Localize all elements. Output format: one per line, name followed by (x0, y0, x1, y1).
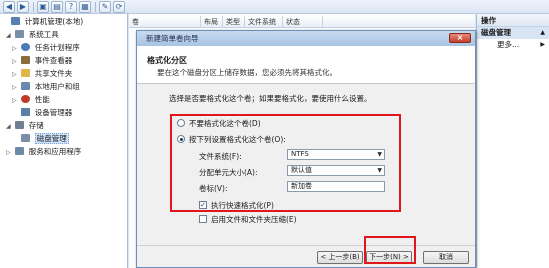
computer-management-icon (11, 17, 21, 25)
quick-format-checkbox[interactable]: ✓ (199, 201, 207, 209)
expand-icon[interactable]: ▷ (6, 147, 13, 159)
close-icon[interactable]: × (449, 33, 471, 43)
expand-icon[interactable]: ▷ (12, 56, 19, 68)
tree-item-device-manager[interactable]: 设备管理器 (12, 107, 72, 119)
tree-item-storage[interactable]: ◢ 存储 (6, 120, 44, 132)
toolbar-separator (33, 2, 34, 12)
next-button[interactable]: 下一步(N) > (366, 251, 412, 264)
storage-icon (15, 121, 25, 129)
actions-section-label: 磁盘管理 (481, 28, 511, 37)
properties-icon[interactable]: ▦ (79, 1, 91, 13)
services-icon (15, 147, 25, 155)
event-viewer-icon (21, 56, 31, 64)
filesystem-label: 文件系统(F): (199, 152, 242, 161)
volume-label-input[interactable]: 新加卷 (287, 181, 385, 192)
tree-item-system-tools[interactable]: ◢ 系统工具 (6, 29, 59, 41)
dialog-body: 选择是否要格式化这个卷；如果要格式化，要使用什么设置。 不要格式化这个卷(D) … (137, 85, 475, 245)
collapse-up-icon[interactable]: ▲ (540, 27, 545, 39)
radio-format-label[interactable]: 按下列设置格式化这个卷(O): (189, 134, 286, 145)
dialog-header: 格式化分区 要在这个磁盘分区上储存数据，您必须先将其格式化。 (137, 46, 475, 84)
actions-header: 操作 (477, 14, 549, 27)
dialog-footer: < 上一步(B) 下一步(N) > 取消 (137, 245, 475, 267)
chevron-down-icon: ▼ (377, 151, 382, 158)
export-icon[interactable]: ✎ (99, 1, 111, 13)
users-icon (21, 82, 31, 90)
more-actions[interactable]: 更多... ▶ (477, 39, 549, 51)
refresh-icon[interactable]: ⟳ (113, 1, 125, 13)
collapse-icon[interactable]: ◢ (6, 30, 13, 42)
dialog-title: 新建简单卷向导 (146, 34, 199, 43)
filesystem-select[interactable]: NTFS ▼ (287, 149, 385, 160)
help-icon[interactable]: ? (65, 1, 77, 13)
radio-no-format-label[interactable]: 不要格式化这个卷(D) (189, 118, 261, 129)
radio-format[interactable] (177, 135, 185, 143)
toolbar-separator (95, 2, 96, 12)
radio-no-format[interactable] (177, 119, 185, 127)
shared-folder-icon (21, 69, 31, 77)
disk-management-icon (21, 134, 31, 142)
compression-label[interactable]: 启用文件和文件夹压缩(E) (211, 214, 297, 225)
more-actions-label: 更多... (497, 40, 520, 49)
volume-label-label: 卷标(V): (199, 184, 228, 193)
column-header-filesystem[interactable]: 文件系统 (245, 16, 283, 28)
volume-label-value: 新加卷 (291, 182, 312, 190)
expand-icon[interactable]: ▷ (12, 43, 19, 55)
navigation-tree: 计算机管理(本地) ◢ 系统工具 ▷ 任务计划程序 ▷ 事件查看器 ▷ 共享文件… (0, 14, 128, 268)
chevron-down-icon: ▼ (377, 167, 382, 174)
back-button[interactable]: < 上一步(B) (317, 251, 363, 264)
column-header-status[interactable]: 状态 (283, 16, 323, 28)
forward-arrow-icon[interactable]: ▶ (17, 1, 29, 13)
column-header-layout[interactable]: 布局 (201, 16, 223, 28)
compression-checkbox[interactable] (199, 215, 207, 223)
tree-item-task-scheduler[interactable]: ▷ 任务计划程序 (12, 42, 80, 54)
up-folder-icon[interactable]: ▣ (37, 1, 49, 13)
new-simple-volume-wizard: 新建简单卷向导 × 格式化分区 要在这个磁盘分区上储存数据，您必须先将其格式化。… (136, 30, 476, 268)
allocation-unit-value: 默认值 (291, 166, 312, 174)
column-headers: 卷 布局 类型 文件系统 状态 (129, 16, 475, 28)
tree-item-shared-folders[interactable]: ▷ 共享文件夹 (12, 68, 72, 80)
column-header-type[interactable]: 类型 (223, 16, 245, 28)
page-subtitle: 要在这个磁盘分区上储存数据，您必须先将其格式化。 (157, 68, 337, 77)
performance-icon (21, 95, 31, 103)
chevron-right-icon: ▶ (540, 41, 545, 48)
filesystem-value: NTFS (291, 150, 309, 158)
show-hide-tree-icon[interactable]: ▤ (51, 1, 63, 13)
clock-icon (21, 43, 31, 51)
tree-item-local-users[interactable]: ▷ 本地用户和组 (12, 81, 80, 93)
tree-item-computer-management[interactable]: 计算机管理(本地) (2, 16, 83, 28)
device-manager-icon (21, 108, 31, 116)
toolbar: ◀ ▶ ▣ ▤ ? ▦ ✎ ⟳ (0, 0, 549, 14)
tree-item-services-apps[interactable]: ▷ 服务和应用程序 (6, 146, 81, 158)
page-title: 格式化分区 (147, 56, 187, 65)
dialog-titlebar[interactable]: 新建简单卷向导 × (137, 31, 475, 46)
quick-format-label[interactable]: 执行快速格式化(P) (211, 200, 274, 211)
tree-item-event-viewer[interactable]: ▷ 事件查看器 (12, 55, 72, 67)
back-arrow-icon[interactable]: ◀ (3, 1, 15, 13)
cancel-button[interactable]: 取消 (423, 251, 469, 264)
tree-item-performance[interactable]: ▷ 性能 (12, 94, 50, 106)
allocation-unit-label: 分配单元大小(A): (199, 168, 258, 177)
collapse-icon[interactable]: ◢ (6, 121, 13, 133)
expand-icon[interactable]: ▷ (12, 82, 19, 94)
column-header-volume[interactable]: 卷 (129, 16, 201, 28)
tools-icon (15, 30, 25, 38)
format-prompt: 选择是否要格式化这个卷；如果要格式化，要使用什么设置。 (169, 94, 372, 103)
expand-icon[interactable]: ▷ (12, 69, 19, 81)
actions-pane: 操作 磁盘管理 ▲ 更多... ▶ (476, 14, 549, 268)
tree-item-disk-management[interactable]: 磁盘管理 (12, 133, 69, 145)
allocation-unit-select[interactable]: 默认值 ▼ (287, 165, 385, 176)
expand-icon[interactable]: ▷ (12, 95, 19, 107)
actions-section-disk-management[interactable]: 磁盘管理 ▲ (477, 27, 549, 39)
